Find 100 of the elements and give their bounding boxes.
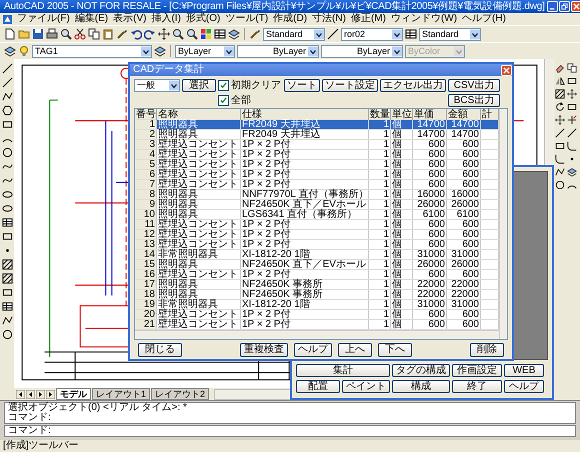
menu-item[interactable]: 挿入(I) xyxy=(151,13,181,25)
scrollbar[interactable] xyxy=(135,330,499,339)
table-row[interactable]: 17 照明器具 NF24650K 事務所 1 個 22000 22000 xyxy=(135,280,499,290)
dialog-button[interactable]: ソート xyxy=(284,79,320,92)
polyline-icon[interactable] xyxy=(555,167,565,177)
table-row[interactable]: 5 壁埋込コンセント 1P × 2 P付 1 個 600 600 xyxy=(135,160,499,170)
dialog-button[interactable]: 重複検査 xyxy=(240,342,288,356)
scrollbar[interactable] xyxy=(499,109,507,339)
scissors-icon[interactable] xyxy=(74,28,86,40)
menu-item[interactable]: 作成(D) xyxy=(273,13,308,25)
menu-item[interactable]: 修正(M) xyxy=(350,13,386,25)
table-row[interactable]: 8 照明器具 NNF77970L 直付（事務所） 1 個 16000 16000 xyxy=(135,190,499,200)
select-button[interactable]: 選択 xyxy=(182,79,216,92)
table-row[interactable]: 20 壁埋込コンセント 1P × 2 P付 1 個 600 600 xyxy=(135,310,499,320)
table-row[interactable]: 4 壁埋込コンセント 1P × 2 P付 1 個 600 600 xyxy=(135,150,499,160)
circle-icon[interactable] xyxy=(2,147,12,158)
rotate-icon[interactable] xyxy=(555,102,565,112)
menu-item[interactable]: 寸法(N) xyxy=(312,13,346,25)
dialog-button[interactable]: 下へ xyxy=(378,342,412,356)
dialog-button[interactable]: ペイント xyxy=(342,380,390,393)
polyline-icon[interactable] xyxy=(2,91,12,102)
dialog-button[interactable]: 配置 xyxy=(296,380,340,393)
table-row[interactable]: 11 壁埋込コンセント 1P × 2 P付 1 個 600 600 xyxy=(135,220,499,230)
rectangle-icon[interactable] xyxy=(555,141,565,151)
magnifier-icon[interactable] xyxy=(172,28,184,40)
magnifier-icon[interactable] xyxy=(186,28,198,40)
dialog-button[interactable]: ヘルプ xyxy=(294,342,332,356)
table-row[interactable]: 7 壁埋込コンセント 1P × 2 P付 1 個 600 600 xyxy=(135,180,499,190)
circle-icon[interactable] xyxy=(555,180,565,190)
hatch-icon[interactable] xyxy=(555,89,565,99)
tab-scroll-arrow-icon[interactable] xyxy=(46,390,55,398)
menu-item[interactable]: ツール(T) xyxy=(225,13,268,25)
eraser-icon[interactable] xyxy=(555,63,565,73)
rectangle-icon[interactable] xyxy=(567,76,577,86)
layout-tab[interactable]: レイアウト1 xyxy=(92,388,150,400)
checkbox[interactable] xyxy=(218,95,229,106)
dialog-button[interactable]: タグの構成 xyxy=(392,364,450,377)
dialog-button[interactable]: 作画設定 xyxy=(452,364,502,377)
polyline-icon[interactable] xyxy=(2,315,12,326)
table-row[interactable]: 6 壁埋込コンセント 1P × 2 P付 1 個 600 600 xyxy=(135,170,499,180)
dialog-button[interactable]: 集計 xyxy=(296,364,390,377)
table-row[interactable]: 12 壁埋込コンセント 1P × 2 P付 1 個 600 600 xyxy=(135,230,499,240)
table-style-dropdown[interactable]: Standard xyxy=(419,28,481,40)
dialog-button[interactable]: ソート設定 xyxy=(322,79,378,92)
layers-icon[interactable] xyxy=(567,167,577,177)
table-row[interactable]: 2 照明器具 FR2049 天井埋込 1 個 14700 14700 xyxy=(135,130,499,140)
dimension-style-dropdown[interactable]: ror02 xyxy=(341,28,403,40)
menu-item[interactable]: ヘルプ(H) xyxy=(462,13,506,25)
close-button[interactable] xyxy=(570,1,580,12)
dialog-button[interactable]: 終了 xyxy=(452,380,502,393)
dialog-button[interactable]: BCS出力 xyxy=(448,94,500,107)
layer-dropdown[interactable]: TAG1 xyxy=(32,44,152,58)
brush-icon[interactable] xyxy=(116,28,128,40)
menu-item[interactable]: ファイル(F) xyxy=(17,13,70,25)
tab-scroll-arrow-icon[interactable] xyxy=(36,390,45,398)
mirror-icon[interactable] xyxy=(555,76,565,86)
copy-icon[interactable] xyxy=(88,28,100,40)
layout-tab[interactable]: モデル xyxy=(56,388,91,400)
menu-item[interactable]: 編集(E) xyxy=(74,13,108,25)
dialog-button[interactable]: エクセル出力 xyxy=(380,79,446,92)
magnifier-icon[interactable] xyxy=(60,28,72,40)
ellipse-icon[interactable] xyxy=(2,203,12,214)
checkbox[interactable] xyxy=(218,80,229,91)
rectangle-icon[interactable] xyxy=(567,102,577,112)
layout-tab[interactable]: レイアウト2 xyxy=(151,388,210,400)
lineweight-dropdown[interactable]: ByLayer xyxy=(321,44,403,58)
command-input[interactable]: コマンド: xyxy=(4,425,576,437)
rectangle-icon[interactable] xyxy=(2,287,12,298)
clipboard-icon[interactable] xyxy=(102,28,114,40)
line-icon[interactable] xyxy=(2,77,12,88)
line-icon[interactable] xyxy=(555,128,565,138)
table-row[interactable]: 10 照明器具 LGS6341 直付（事務所） 1 個 6100 6100 xyxy=(135,210,499,220)
menu-item[interactable]: 表示(V) xyxy=(113,13,146,25)
brush-icon[interactable] xyxy=(249,28,261,40)
dialog-button[interactable]: 構成 xyxy=(392,380,450,393)
hatch-icon[interactable] xyxy=(2,273,12,284)
dialog-button[interactable]: ヘルプ xyxy=(504,380,544,393)
linetype-dropdown[interactable]: ByLayer xyxy=(237,44,319,58)
dialog-button[interactable]: 削除 xyxy=(470,342,504,356)
undo-arrow-icon[interactable] xyxy=(130,28,142,40)
palette-grid-icon[interactable] xyxy=(200,28,212,40)
menu-item[interactable]: 形式(O) xyxy=(186,13,220,25)
file-icon[interactable] xyxy=(4,28,16,40)
printer-icon[interactable] xyxy=(46,28,58,40)
pan-arrows-icon[interactable] xyxy=(158,28,170,40)
layers-icon[interactable] xyxy=(4,45,16,57)
restore-button[interactable] xyxy=(558,1,570,12)
copy-icon[interactable] xyxy=(567,63,577,73)
line-icon[interactable] xyxy=(327,28,339,40)
menu-item[interactable]: ウィンドウ(W) xyxy=(390,13,458,25)
table-row[interactable]: 3 壁埋込コンセント 1P × 2 P付 1 個 600 600 xyxy=(135,140,499,150)
dialog-button[interactable]: 上へ xyxy=(338,342,372,356)
pan-arrows-icon[interactable] xyxy=(567,89,577,99)
dialog-button[interactable]: WEB xyxy=(504,364,544,377)
table-row[interactable]: 18 照明器具 NF24650K 事務所 1 個 22000 22000 xyxy=(135,290,499,300)
table-row[interactable]: 9 照明器具 NF24650K 直下／EVホール 1 個 26000 26000 xyxy=(135,200,499,210)
table-icon[interactable] xyxy=(2,301,12,312)
table-row[interactable]: 14 非常照明器具 XI-1812-20 1階 1 個 31000 31000 xyxy=(135,250,499,260)
category-dropdown[interactable]: 一般 xyxy=(134,79,180,92)
layers-icon[interactable] xyxy=(228,28,240,40)
